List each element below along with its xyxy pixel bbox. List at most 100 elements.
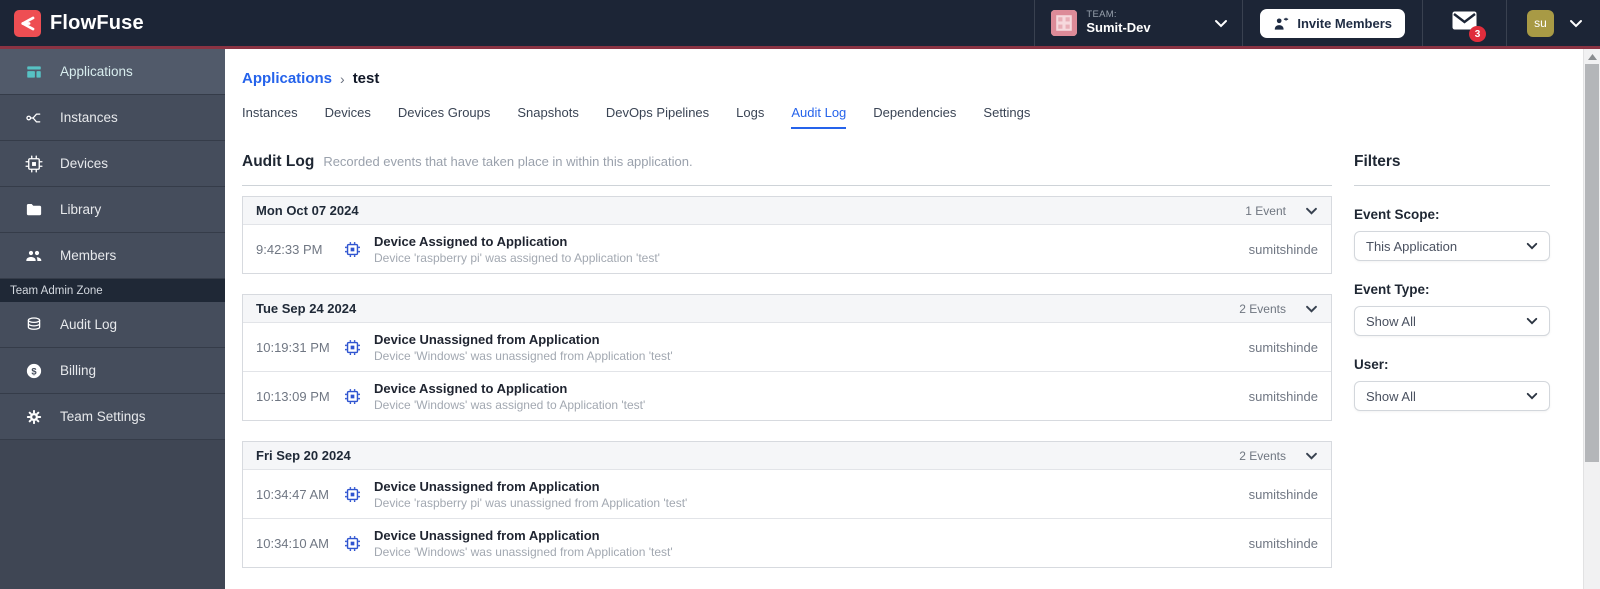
event-title: Device Unassigned from Application [374,527,600,543]
event-group-header[interactable]: Tue Sep 24 2024 2 Events [243,295,1331,322]
sidebar-item-applications[interactable]: Applications [0,49,225,95]
chevron-down-icon [1306,452,1317,460]
instances-icon [25,109,43,127]
audit-log-panel: Audit Log Recorded events that have take… [242,153,1332,588]
brand-name: FlowFuse [50,11,144,34]
sidebar-item-label: Library [60,202,102,217]
sidebar-item-members[interactable]: Members [0,233,225,279]
event-title: Device Unassigned from Application [374,478,600,494]
notification-badge: 3 [1469,26,1486,42]
invite-section: Invite Members [1242,0,1422,46]
tab-audit-log[interactable]: Audit Log [791,105,847,129]
home-link[interactable]: FlowFuse [14,9,144,37]
library-folder-icon [25,201,43,219]
sidebar-item-label: Team Settings [60,409,146,424]
top-header: FlowFuse TEAM: Sumit-Dev Invite Members … [0,0,1600,46]
tab-devices-groups[interactable]: Devices Groups [398,105,490,129]
person-plus-icon [1275,17,1289,30]
user-select[interactable]: Show All [1354,381,1550,411]
tab-dependencies[interactable]: Dependencies [873,105,956,129]
event-group-header[interactable]: Mon Oct 07 2024 1 Event [243,197,1331,224]
sidebar-item-library[interactable]: Library [0,187,225,233]
filters-title: Filters [1354,153,1401,170]
event-user: sumitshinde [1248,535,1318,551]
event-description: Device 'raspberry pi' was unassigned fro… [374,495,688,510]
device-chip-icon [344,241,361,258]
sidebar-item-billing[interactable]: $ Billing [0,348,225,394]
device-chip-icon [344,339,361,356]
event-group-header[interactable]: Fri Sep 20 2024 2 Events [243,442,1331,469]
team-admin-zone-label: Team Admin Zone [0,279,225,302]
event-scope-select[interactable]: This Application [1354,231,1550,261]
event-description: Device 'Windows' was unassigned from App… [374,544,673,559]
user-filter-value: Show All [1366,388,1416,404]
event-row: 10:34:47 AM Device Unassigned from Appli… [243,469,1331,518]
svg-text:$: $ [31,366,37,376]
event-title: Device Unassigned from Application [374,331,600,347]
vertical-scrollbar[interactable] [1583,49,1600,589]
user-avatar: su [1527,9,1554,37]
tab-snapshots[interactable]: Snapshots [517,105,578,129]
team-avatar [1051,10,1078,36]
group-date: Mon Oct 07 2024 [256,203,359,218]
team-selector[interactable]: TEAM: Sumit-Dev [1034,0,1242,46]
tab-devices[interactable]: Devices [325,105,371,129]
event-row: 9:42:33 PM Device Assigned to Applicatio… [243,224,1331,273]
filter-event-scope-label: Event Scope: [1354,207,1440,222]
page-description: Recorded events that have taken place in… [323,154,693,169]
sidebar-item-label: Billing [60,363,97,378]
sidebar-item-label: Audit Log [60,317,118,332]
device-chip-icon [344,486,361,503]
team-info: TEAM: Sumit-Dev [1051,9,1151,36]
page-title: Audit Log [242,153,315,170]
sidebar-item-team-settings[interactable]: Team Settings [0,394,225,440]
event-time: 10:19:31 PM [256,339,330,355]
sidebar-item-label: Instances [60,110,118,125]
event-group: Mon Oct 07 2024 1 Event 9:42:33 PM Devic… [242,196,1332,274]
device-chip-icon [344,535,361,552]
breadcrumb-applications-link[interactable]: Applications [242,70,332,87]
scrollbar-up-arrow[interactable] [1584,49,1600,65]
device-chip-icon [344,388,361,405]
user-menu[interactable]: su [1506,0,1600,46]
event-time: 9:42:33 PM [256,241,323,257]
members-icon [25,247,43,265]
sidebar-item-audit-log[interactable]: Audit Log [0,302,225,348]
tab-settings[interactable]: Settings [983,105,1030,129]
group-count: 1 Event [1245,203,1286,218]
invite-members-label: Invite Members [1297,15,1392,31]
invite-members-button[interactable]: Invite Members [1260,8,1405,38]
event-user: sumitshinde [1248,486,1318,502]
event-description: Device 'raspberry pi' was assigned to Ap… [374,250,660,265]
sidebar-item-label: Applications [60,64,133,79]
event-description: Device 'Windows' was unassigned from App… [374,348,673,363]
notifications-button[interactable]: 3 [1422,0,1506,46]
main-content: Applications › test Instances Devices De… [225,49,1600,589]
sidebar-item-devices[interactable]: Devices [0,141,225,187]
team-text: TEAM: Sumit-Dev [1086,9,1151,36]
event-type-select[interactable]: Show All [1354,306,1550,336]
filters-panel: Filters Event Scope: This Application Ev… [1354,153,1550,588]
sidebar-item-label: Members [60,248,117,263]
filter-user-label: User: [1354,357,1389,372]
event-row: 10:19:31 PM Device Unassigned from Appli… [243,322,1331,371]
event-user: sumitshinde [1248,339,1318,355]
event-scope-value: This Application [1366,238,1458,254]
chevron-down-icon [1306,207,1317,215]
event-user: sumitshinde [1248,241,1318,257]
tab-instances[interactable]: Instances [242,105,298,129]
event-group: Tue Sep 24 2024 2 Events 10:19:31 PM Dev… [242,294,1332,421]
tab-devops-pipelines[interactable]: DevOps Pipelines [606,105,709,129]
team-name: Sumit-Dev [1086,19,1151,35]
scrollbar-thumb[interactable] [1585,64,1599,462]
billing-icon: $ [25,362,43,380]
sidebar-item-label: Devices [60,156,109,171]
section-divider [242,185,1332,186]
sidebar-item-instances[interactable]: Instances [0,95,225,141]
flowfuse-logo-icon [14,9,41,37]
tab-logs[interactable]: Logs [736,105,764,129]
event-row: 10:34:10 AM Device Unassigned from Appli… [243,518,1331,567]
audit-log-icon [25,316,43,334]
event-time: 10:34:10 AM [256,535,329,551]
mail-icon: 3 [1452,11,1486,42]
